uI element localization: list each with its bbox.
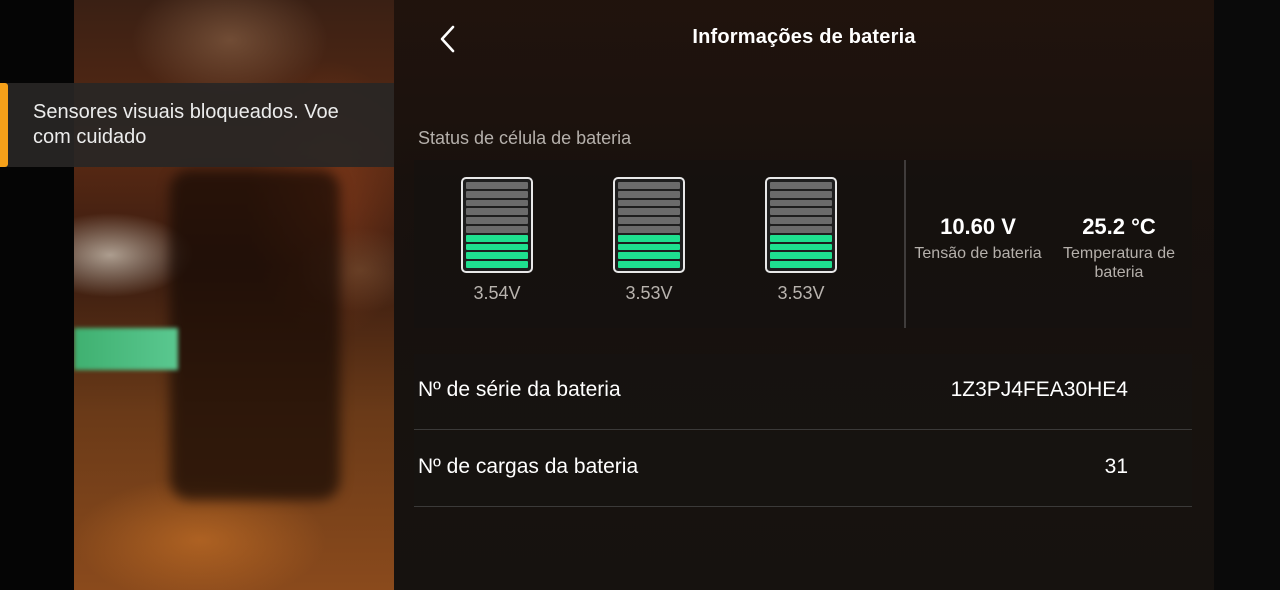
cell-voltage: 3.54V [473,283,521,303]
charge-segment-filled [618,252,680,260]
charge-segment-filled [466,243,528,251]
charge-segment-filled [770,252,832,260]
cell-voltage: 3.53V [777,283,825,303]
charge-segment-empty [618,208,680,216]
charge-segment-filled [618,243,680,251]
charge-count-label: Nº de cargas da bateria [418,455,639,478]
charge-segment-empty [770,217,832,224]
charge-segment-filled [466,234,528,242]
battery-cell-icon [613,177,685,273]
camera-feed-object [170,170,340,500]
charge-segment-empty [618,225,680,233]
charge-segment-empty [466,199,528,207]
charge-segment-empty [770,208,832,216]
charge-segment-empty [770,199,832,207]
warning-message: Sensores visuais bloqueados. Voe com cui… [33,101,339,148]
battery-cell-icon [765,177,837,273]
battery-cell-1: 3.54V [461,177,533,304]
battery-voltage-value: 10.60 V [940,214,1016,239]
charge-segment-filled [770,234,832,242]
charge-segment-empty [466,225,528,233]
charge-segment-empty [618,190,680,198]
charge-segment-empty [618,199,680,207]
charge-segment-empty [466,208,528,216]
charge-count-row: Nº de cargas da bateria 31 [414,431,1192,507]
battery-cell-2: 3.53V [613,177,685,304]
charge-segment-filled [770,243,832,251]
camera-feed-green-light [74,328,178,370]
charge-count-value: 31 [1104,455,1128,478]
battery-temperature-label: Temperatura de bateria [1062,245,1176,281]
charge-segment-filled [618,261,680,268]
charge-segment-filled [466,252,528,260]
charge-segment-empty [618,217,680,224]
battery-voltage-metric: 10.60 V Tensão de bateria [906,214,1050,263]
battery-voltage-label: Tensão de bateria [914,245,1042,262]
battery-cells: 3.54V 3.53V 3.53V [414,160,904,328]
charge-segment-empty [770,190,832,198]
battery-cell-3: 3.53V [765,177,837,304]
battery-temperature-value: 25.2 °C [1082,214,1156,239]
charge-segment-empty [618,182,680,189]
charge-segment-filled [770,261,832,268]
charge-segment-empty [770,182,832,189]
battery-temperature-metric: 25.2 °C Temperatura de bateria [1054,214,1184,282]
charge-segment-filled [618,234,680,242]
battery-info-panel: Informações de bateria Status de célula … [394,0,1214,590]
charge-segment-empty [466,217,528,224]
battery-metrics: 10.60 V Tensão de bateria 25.2 °C Temper… [906,160,1192,328]
charge-segment-empty [466,190,528,198]
charge-segment-empty [466,182,528,189]
charge-segment-filled [466,261,528,268]
serial-number-label: Nº de série da bateria [418,378,621,401]
serial-number-row: Nº de série da bateria 1Z3PJ4FEA30HE4 [414,354,1192,430]
cell-voltage: 3.53V [625,283,673,303]
charge-segment-empty [770,225,832,233]
serial-number-value: 1Z3PJ4FEA30HE4 [950,378,1128,401]
warning-accent-bar [0,83,8,167]
visual-sensors-warning: Sensores visuais bloqueados. Voe com cui… [0,83,394,167]
page-title: Informações de bateria [692,26,916,48]
right-black-bar [1214,0,1280,590]
cell-status-label: Status de célula de bateria [418,128,632,148]
battery-cell-icon [461,177,533,273]
